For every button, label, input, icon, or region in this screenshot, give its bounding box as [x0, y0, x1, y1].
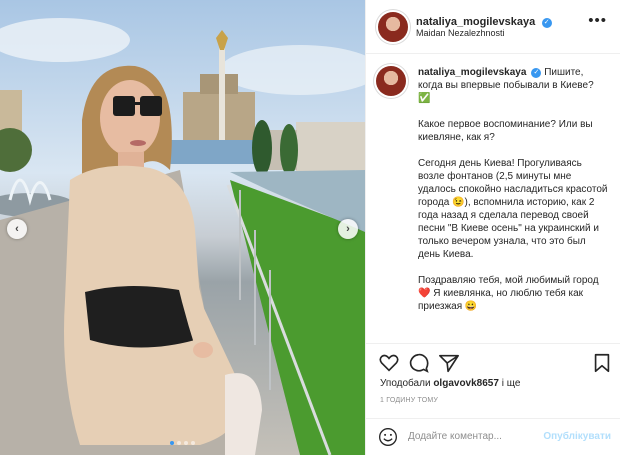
likes-suffix: і ще: [501, 378, 521, 389]
caption-paragraph: Поздравляю тебя, мой любимый город ❤️ Я …: [418, 275, 599, 312]
verified-badge-icon: ✓: [541, 18, 552, 28]
bookmark-icon[interactable]: [591, 352, 613, 374]
avatar[interactable]: [378, 12, 408, 42]
caption-text: nataliya_mogilevskaya ✓ Пишите, когда вы …: [418, 66, 608, 326]
comment-bar: Додайте коментар... Опублікувати: [366, 418, 620, 455]
heart-icon[interactable]: [378, 352, 400, 374]
carousel-dot: [170, 441, 174, 445]
comment-icon[interactable]: [408, 352, 430, 374]
carousel-dot: [177, 441, 181, 445]
post-header: nataliya_mogilevskaya ✓ Maidan Nezalezhn…: [366, 0, 620, 54]
carousel-prev-button[interactable]: ‹: [7, 219, 27, 239]
likes-prefix: Уподобали: [380, 378, 431, 389]
chevron-right-icon: ›: [346, 223, 350, 235]
paper-plane-icon[interactable]: [438, 352, 460, 374]
carousel-next-button[interactable]: ›: [338, 219, 358, 239]
verified-badge-icon: ✓: [531, 68, 542, 78]
comment-input[interactable]: Додайте коментар...: [408, 431, 502, 442]
caption-username[interactable]: nataliya_mogilevskaya: [418, 67, 526, 78]
post-actions: [366, 343, 620, 373]
publish-button[interactable]: Опублікувати: [543, 431, 611, 442]
post-photo[interactable]: ‹ ›: [0, 0, 365, 455]
caption-paragraph: Какое первое воспоминание? Или вы киевля…: [418, 119, 593, 143]
avatar[interactable]: [376, 66, 406, 96]
smiley-icon[interactable]: [378, 427, 398, 447]
photo-illustration: [0, 18, 365, 455]
post-side-panel: nataliya_mogilevskaya ✓ Maidan Nezalezhn…: [365, 0, 620, 455]
likes-user-link[interactable]: olgavovk8657: [433, 378, 499, 389]
caption-paragraph: Сегодня день Киева! Прогуливаясь возле ф…: [418, 158, 608, 260]
location-link[interactable]: Maidan Nezalezhnosti: [416, 28, 505, 38]
more-options-button[interactable]: •••: [588, 12, 607, 29]
carousel-dot: [184, 441, 188, 445]
carousel-dot: [191, 441, 195, 445]
post-timestamp[interactable]: 1 ГОДИНУ ТОМУ: [380, 397, 438, 404]
username-link[interactable]: nataliya_mogilevskaya: [416, 16, 535, 28]
carousel-indicator: [0, 441, 365, 445]
chevron-left-icon: ‹: [15, 223, 19, 235]
likes-summary[interactable]: Уподобали olgavovk8657 і ще: [380, 378, 520, 389]
